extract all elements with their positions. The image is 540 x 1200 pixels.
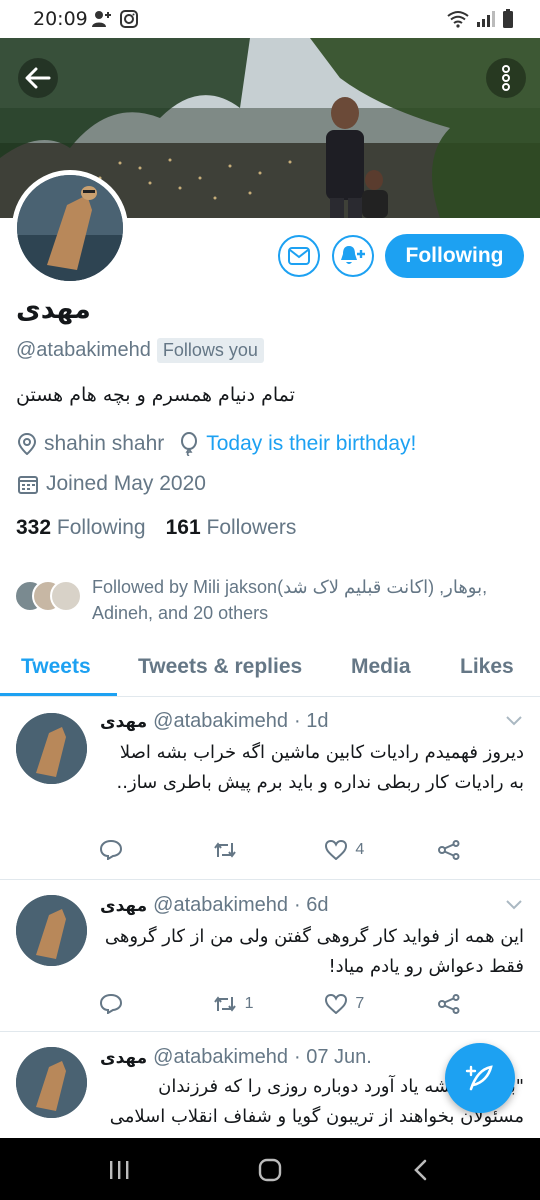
- profile-joined-date: Joined May 2020: [46, 472, 206, 495]
- calendar-icon: [18, 476, 38, 494]
- share-icon: [437, 840, 460, 860]
- back-button[interactable]: [18, 58, 58, 98]
- followed-by-avatars: [14, 580, 82, 616]
- compose-feather-icon: [465, 1065, 493, 1091]
- arrow-left-icon: [25, 67, 51, 89]
- tweet-avatar[interactable]: [16, 713, 87, 784]
- system-navigation-bar: [0, 1138, 540, 1200]
- recents-icon[interactable]: [108, 1160, 130, 1180]
- like-button[interactable]: 7: [325, 994, 395, 1014]
- share-button[interactable]: [437, 994, 460, 1014]
- following-count-link[interactable]: 332 Following: [16, 516, 146, 540]
- tweet-item[interactable]: مهدی @atabakimehd · 6d این همه از فواید …: [0, 880, 540, 1032]
- tweet-author-handle: @atabakimehd: [153, 1046, 288, 1068]
- share-icon: [437, 994, 460, 1014]
- following-button[interactable]: Following: [385, 234, 524, 278]
- battery-icon: [503, 9, 513, 28]
- retweet-icon: [213, 996, 236, 1012]
- tweet-avatar[interactable]: [16, 895, 87, 966]
- more-options-button[interactable]: [486, 58, 526, 98]
- notifications-button[interactable]: [332, 235, 374, 277]
- wifi-icon: [447, 11, 469, 28]
- heart-icon: [325, 840, 348, 860]
- status-time: 20:09: [33, 8, 88, 30]
- profile-location: shahin shahr: [44, 432, 165, 455]
- retweet-icon: [213, 842, 236, 858]
- retweet-button[interactable]: [213, 840, 283, 860]
- status-bar: 20:09: [0, 0, 540, 38]
- more-vertical-icon: [502, 65, 510, 91]
- reply-icon: [100, 840, 122, 860]
- follower-avatar: [50, 580, 82, 612]
- profile-bio: تمام دنیام همسرم و بچه هام هستن: [16, 384, 295, 406]
- profile-avatar[interactable]: [12, 170, 128, 286]
- message-button[interactable]: [278, 235, 320, 277]
- tweet-author-name: مهدی: [100, 1048, 148, 1068]
- bell-plus-icon: [341, 246, 365, 264]
- person-add-icon: [92, 11, 111, 27]
- active-tab-indicator: [0, 693, 117, 696]
- tweet-item[interactable]: مهدی @atabakimehd · 1d دیروز فهمیدم رادی…: [0, 698, 540, 880]
- tab-tweets[interactable]: Tweets: [21, 655, 91, 679]
- balloon-icon: [181, 432, 198, 456]
- tweet-author-name: مهدی: [100, 712, 148, 732]
- follows-you-badge: Follows you: [156, 338, 264, 363]
- reply-button[interactable]: [100, 840, 170, 860]
- back-icon[interactable]: [412, 1159, 428, 1181]
- birthday-link[interactable]: Today is their birthday!: [206, 432, 416, 456]
- reply-button[interactable]: [100, 994, 170, 1014]
- chevron-down-icon[interactable]: [506, 900, 522, 910]
- mail-icon: [288, 247, 310, 265]
- heart-icon: [325, 994, 348, 1014]
- followers-count-link[interactable]: 161 Followers: [166, 516, 297, 540]
- tweet-author-name: مهدی: [100, 896, 148, 916]
- followed-by-section[interactable]: Followed by Mili jakson(اکانت قبلیم لاک …: [14, 574, 522, 626]
- signal-icon: [477, 11, 495, 27]
- profile-handle: @atabakimehd: [16, 339, 151, 361]
- retweet-button[interactable]: 1: [213, 994, 283, 1014]
- like-button[interactable]: 4: [325, 840, 395, 860]
- profile-display-name: مهدی: [16, 294, 91, 325]
- tab-media[interactable]: Media: [351, 655, 411, 679]
- compose-tweet-button[interactable]: [445, 1043, 515, 1113]
- tweet-author-handle: @atabakimehd: [153, 894, 288, 916]
- followed-by-text-more: Adineh, and 20 others: [92, 603, 269, 623]
- tweet-time: · 6d: [293, 894, 329, 916]
- chevron-down-icon[interactable]: [506, 716, 522, 726]
- home-icon[interactable]: [258, 1158, 282, 1182]
- tweet-avatar[interactable]: [16, 1047, 87, 1118]
- tweet-time: · 1d: [293, 710, 329, 732]
- tweet-author-handle: @atabakimehd: [153, 710, 288, 732]
- tweet-text: دیروز فهمیدم رادیات کابین ماشین اگه خراب…: [116, 742, 525, 793]
- tab-tweets-replies[interactable]: Tweets & replies: [138, 655, 302, 679]
- tab-likes[interactable]: Likes: [460, 655, 514, 679]
- reply-icon: [100, 994, 122, 1014]
- followed-by-text: Followed by Mili jakson(اکانت قبلیم لاک …: [92, 577, 488, 597]
- location-pin-icon: [18, 433, 36, 455]
- share-button[interactable]: [437, 840, 460, 860]
- tweet-time: · 07 Jun.: [293, 1046, 372, 1068]
- avatar-image: [17, 175, 123, 281]
- tweet-text: این همه از فواید کار گروهی گفتن ولی من ا…: [104, 926, 524, 977]
- profile-tabs: Tweets Tweets & replies Media Likes: [0, 643, 540, 697]
- instagram-icon: [120, 10, 138, 28]
